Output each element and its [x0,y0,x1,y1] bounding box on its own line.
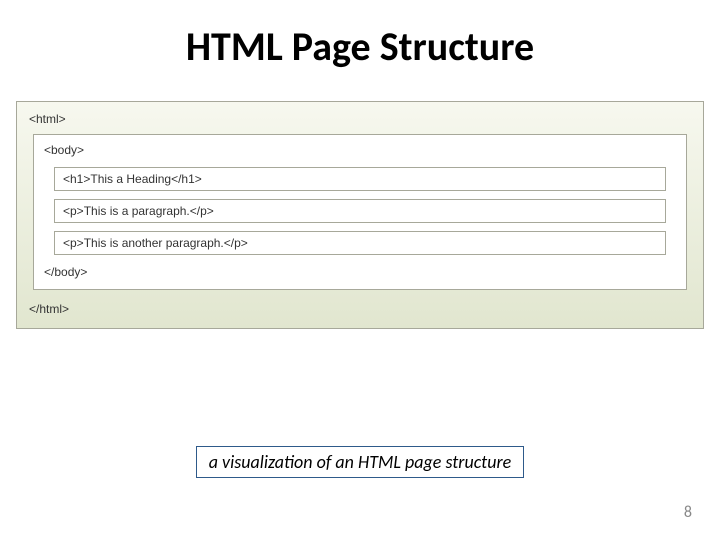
slide-title: HTML Page Structure [0,0,720,81]
page-number: 8 [684,503,692,522]
html-open-tag: <html> [29,110,691,128]
html-close-tag: </html> [29,300,691,318]
caption-text: a visualization of an HTML page structur… [196,446,525,478]
p1-box: <p>This is a paragraph.</p> [54,199,666,223]
body-close-tag: </body> [44,263,676,281]
h1-text: <h1>This a Heading</h1> [63,172,202,186]
p1-text: <p>This is a paragraph.</p> [63,204,214,218]
p2-text: <p>This is another paragraph.</p> [63,236,248,250]
h1-box: <h1>This a Heading</h1> [54,167,666,191]
p2-box: <p>This is another paragraph.</p> [54,231,666,255]
caption-container: a visualization of an HTML page structur… [0,446,720,478]
slide: HTML Page Structure <html> <body> <h1>Th… [0,0,720,540]
html-structure-diagram: <html> <body> <h1>This a Heading</h1> <p… [16,101,704,329]
body-box: <body> <h1>This a Heading</h1> <p>This i… [33,134,687,290]
body-open-tag: <body> [44,141,676,159]
